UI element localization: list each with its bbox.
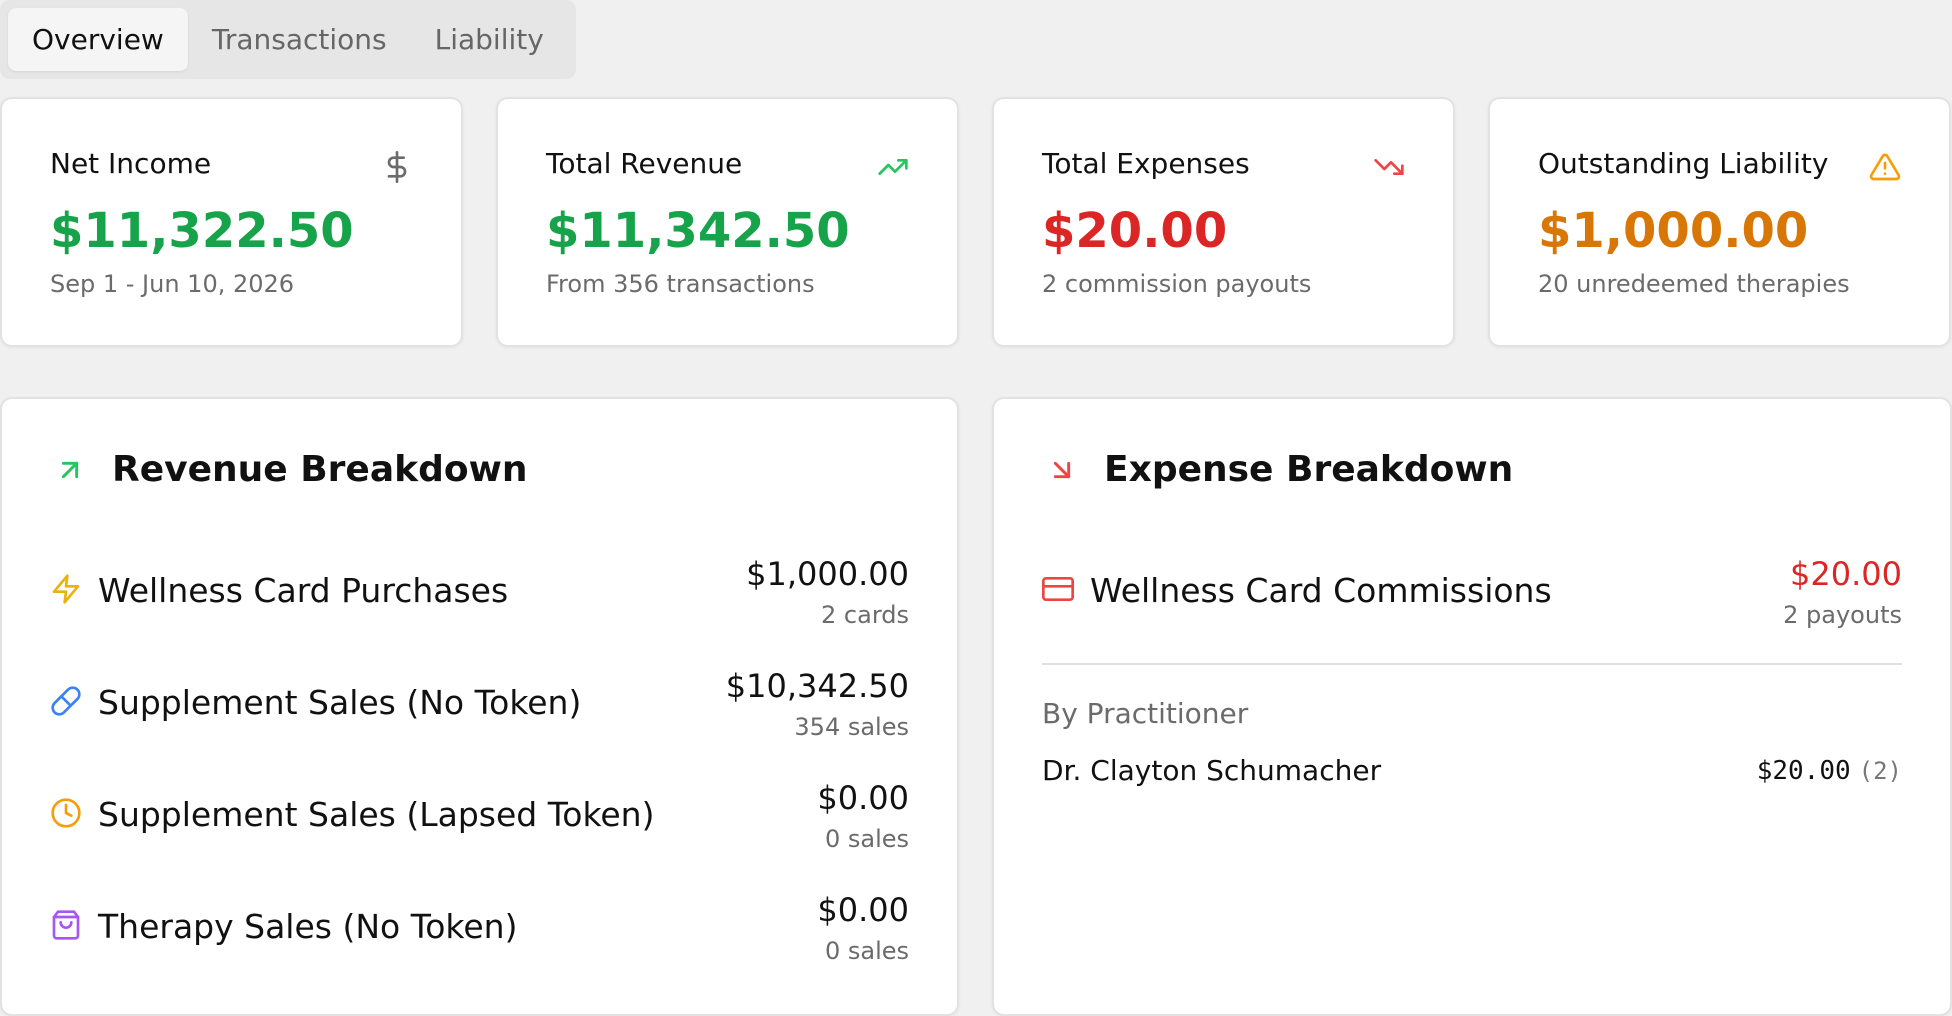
expense-divider [1042, 663, 1902, 665]
revenue-row-count: 354 sales [794, 713, 909, 741]
trending-up-icon [878, 159, 908, 175]
outstanding-liability-card: Outstanding Liability $1,000.00 20 unred… [1488, 97, 1951, 347]
revenue-row-amount: $0.00 [817, 891, 909, 929]
dollar-icon [387, 151, 407, 183]
expense-row-amount: $20.00 [1790, 555, 1902, 593]
arrow-up-right-icon [61, 461, 79, 478]
total-expenses-sub: 2 commission payouts [1042, 270, 1312, 298]
total-revenue-label: Total Revenue [546, 147, 743, 180]
net-income-period: Sep 1 - Jun 10, 2026 [50, 270, 295, 298]
shopping-bag-icon [52, 910, 80, 940]
total-expenses-label: Total Expenses [1042, 147, 1250, 180]
expense-row-count: 2 payouts [1783, 601, 1902, 629]
by-practitioner-label: By Practitioner [1042, 697, 1249, 730]
outstanding-liability-value: $1,000.00 [1538, 203, 1809, 259]
revenue-row-amount: $10,342.50 [725, 667, 909, 705]
tab-overview[interactable]: Overview [8, 8, 188, 71]
revenue-row-label: Supplement Sales (No Token) [98, 683, 582, 722]
practitioner-amount: $20.00 [1756, 756, 1851, 786]
practitioner-count: (2) [1858, 757, 1902, 785]
tab-bar: Overview Transactions Liability [0, 0, 576, 79]
revenue-row-therapy-no-token: Therapy Sales (No Token) $0.00 0 sales [50, 877, 909, 967]
revenue-row-label: Wellness Card Purchases [98, 571, 509, 610]
expense-row-label: Wellness Card Commissions [1090, 571, 1552, 610]
arrow-down-right-icon [1053, 461, 1071, 478]
trending-down-icon [1374, 159, 1404, 175]
warning-icon [1869, 153, 1901, 181]
revenue-breakdown-title: Revenue Breakdown [112, 449, 528, 490]
net-income-label: Net Income [50, 147, 212, 180]
revenue-breakdown-panel: Revenue Breakdown Wellness Card Purchase… [0, 397, 959, 1016]
expense-row-wellness-commissions: Wellness Card Commissions $20.00 2 payou… [1042, 541, 1902, 631]
revenue-row-label: Therapy Sales (No Token) [98, 907, 518, 946]
total-revenue-card: Total Revenue $11,342.50 From 356 transa… [496, 97, 959, 347]
total-expenses-value: $20.00 [1042, 203, 1228, 259]
tab-transactions[interactable]: Transactions [188, 8, 411, 71]
clock-icon [51, 798, 81, 828]
pill-icon [51, 686, 81, 716]
total-expenses-card: Total Expenses $20.00 2 commission payou… [992, 97, 1455, 347]
credit-card-icon [1042, 577, 1074, 601]
expense-breakdown-panel: Expense Breakdown Wellness Card Commissi… [992, 397, 1952, 1016]
revenue-row-supplement-no-token: Supplement Sales (No Token) $10,342.50 3… [50, 653, 909, 743]
net-income-value: $11,322.50 [50, 203, 354, 259]
revenue-row-label: Supplement Sales (Lapsed Token) [98, 795, 655, 834]
revenue-row-amount: $0.00 [817, 779, 909, 817]
outstanding-liability-sub: 20 unredeemed therapies [1538, 270, 1850, 298]
outstanding-liability-label: Outstanding Liability [1538, 147, 1829, 180]
revenue-row-amount: $1,000.00 [746, 555, 909, 593]
expense-breakdown-header: Expense Breakdown [1046, 449, 1513, 490]
tab-liability[interactable]: Liability [411, 8, 568, 71]
total-revenue-sub: From 356 transactions [546, 270, 815, 298]
revenue-row-count: 2 cards [821, 601, 909, 629]
revenue-row-count: 0 sales [824, 937, 909, 965]
revenue-row-wellness-card: Wellness Card Purchases $1,000.00 2 card… [50, 541, 909, 631]
revenue-row-supplement-lapsed-token: Supplement Sales (Lapsed Token) $0.00 0 … [50, 765, 909, 855]
practitioner-name: Dr. Clayton Schumacher [1042, 754, 1382, 787]
practitioner-amount-group: $20.00 (2) [1757, 756, 1902, 786]
revenue-breakdown-header: Revenue Breakdown [54, 449, 527, 490]
revenue-row-count: 0 sales [824, 825, 909, 853]
total-revenue-value: $11,342.50 [546, 203, 850, 259]
lightning-icon [52, 574, 80, 604]
expense-breakdown-title: Expense Breakdown [1104, 449, 1514, 490]
net-income-card: Net Income $11,322.50 Sep 1 - Jun 10, 20… [0, 97, 463, 347]
